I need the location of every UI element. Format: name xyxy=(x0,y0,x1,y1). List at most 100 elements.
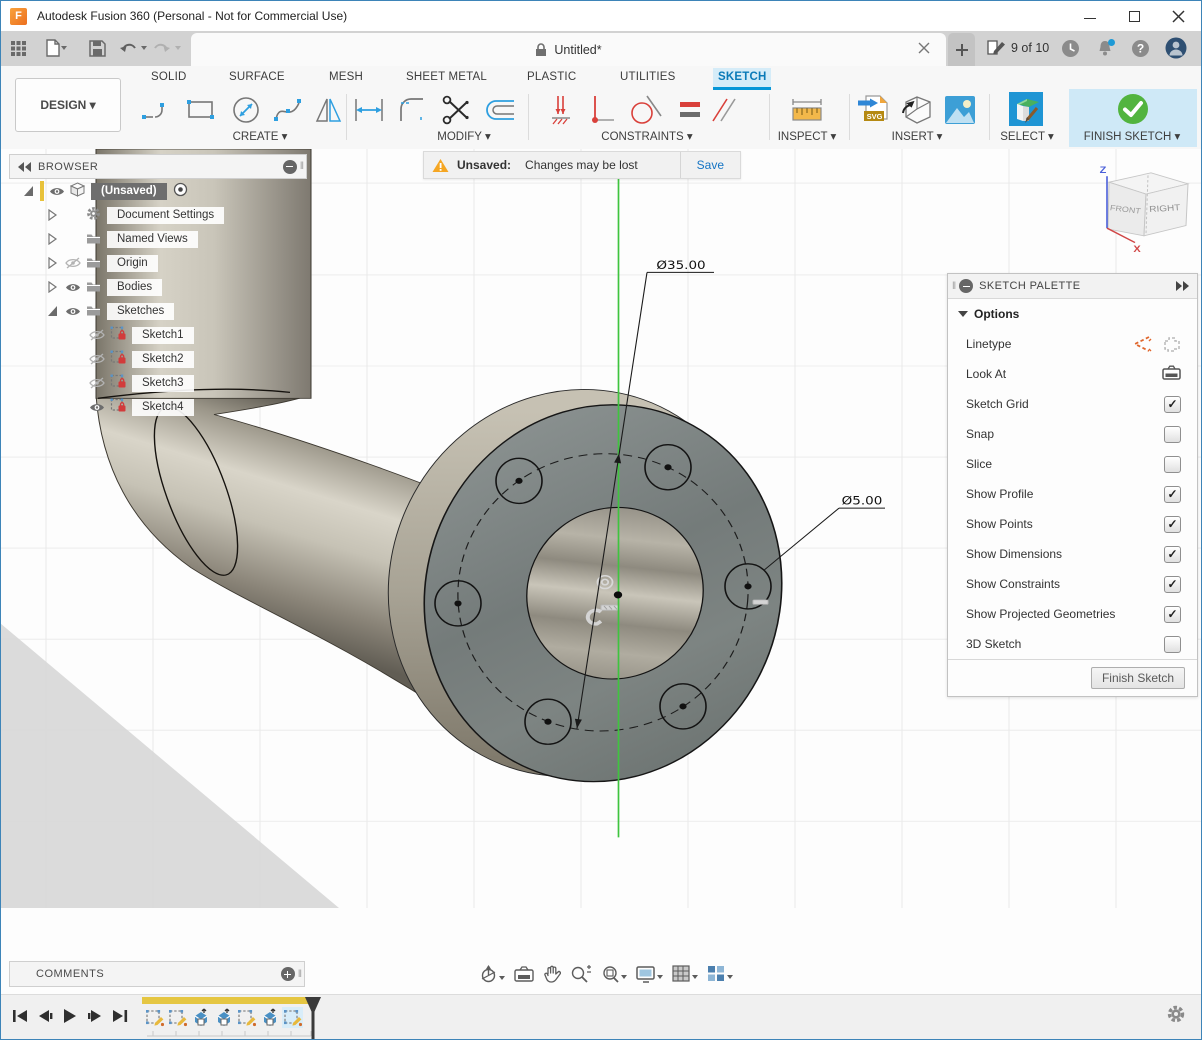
file-menu-button[interactable] xyxy=(45,35,69,61)
visibility-toggle[interactable] xyxy=(64,306,81,317)
circle-tool[interactable] xyxy=(228,92,264,128)
checkbox-9[interactable]: ✓ xyxy=(1164,606,1181,623)
expand-expanded-icon[interactable] xyxy=(23,185,34,197)
checkbox-5[interactable]: ✓ xyxy=(1164,486,1181,503)
tab-close-button[interactable] xyxy=(918,41,934,57)
grid-settings-button[interactable] xyxy=(672,965,698,983)
tangent-constraint[interactable] xyxy=(628,92,664,128)
tab-plastic[interactable]: PLASTIC xyxy=(522,68,581,87)
browser-item-sketch4[interactable]: Sketch4 xyxy=(9,395,307,419)
timeline-feature-sketch-1[interactable] xyxy=(144,1007,165,1028)
visibility-toggle[interactable] xyxy=(88,329,105,341)
visibility-off-icon[interactable] xyxy=(89,353,105,365)
browser-item-label[interactable]: Document Settings xyxy=(107,207,224,224)
add-comment-button[interactable] xyxy=(281,967,295,981)
timeline-track[interactable] xyxy=(142,997,309,1004)
view-cube[interactable]: FRONT RIGHT Z X xyxy=(1100,165,1188,254)
midpoint-constraint[interactable] xyxy=(544,92,580,128)
browser-item-label[interactable]: Origin xyxy=(107,255,158,272)
browser-item-label[interactable]: Sketch1 xyxy=(132,327,194,344)
browser-item-label[interactable]: Sketch4 xyxy=(132,399,194,416)
palette-collapse-button[interactable] xyxy=(959,279,973,293)
tab-surface[interactable]: SURFACE xyxy=(224,68,290,87)
browser-item-origin[interactable]: Origin xyxy=(9,251,307,275)
visibility-on-icon[interactable] xyxy=(89,402,105,413)
display-settings-button[interactable] xyxy=(636,965,663,983)
sketch-origin-point[interactable] xyxy=(614,591,622,598)
visibility-toggle[interactable] xyxy=(88,402,105,413)
checkbox-8[interactable]: ✓ xyxy=(1164,576,1181,593)
timeline-settings-button[interactable] xyxy=(1165,1004,1187,1024)
timeline-feature-extrude-6[interactable] xyxy=(259,1007,280,1028)
timeline-step-forward-button[interactable] xyxy=(84,1006,106,1026)
sketch-dimension-tool[interactable] xyxy=(351,92,387,128)
tab-utilities[interactable]: UTILITIES xyxy=(615,68,680,87)
visibility-on-icon[interactable] xyxy=(65,306,81,317)
checkbox-7[interactable]: ✓ xyxy=(1164,546,1181,563)
comments-bar[interactable]: COMMENTS ‖ xyxy=(9,961,305,987)
timeline-feature-extrude-4[interactable] xyxy=(213,1007,234,1028)
save-link[interactable]: Save xyxy=(681,158,740,172)
save-button[interactable] xyxy=(89,35,106,61)
fillet-tool[interactable] xyxy=(395,92,431,128)
undo-button[interactable] xyxy=(119,35,149,61)
browser-item-root-component[interactable]: (Unsaved) xyxy=(9,179,307,203)
browser-header[interactable]: BROWSER ‖ xyxy=(9,154,307,179)
mirror-tool[interactable] xyxy=(311,92,347,128)
dimension-bolt-hole[interactable]: Ø5.00 xyxy=(764,494,885,571)
viewports-button[interactable] xyxy=(707,965,733,983)
workspace-switcher[interactable]: DESIGN ▾ xyxy=(15,78,121,132)
timeline-go-end-button[interactable] xyxy=(109,1006,131,1026)
document-tab[interactable]: Untitled* xyxy=(191,33,946,66)
expand-collapsed-icon[interactable] xyxy=(47,233,58,245)
spline-tool[interactable] xyxy=(270,92,306,128)
browser-item-bodies[interactable]: Bodies xyxy=(9,275,307,299)
visibility-toggle[interactable] xyxy=(48,186,65,197)
visibility-toggle[interactable] xyxy=(88,377,105,389)
timeline-go-start-button[interactable] xyxy=(9,1006,31,1026)
browser-item-label[interactable]: Sketches xyxy=(107,303,174,320)
measure-tool[interactable] xyxy=(789,92,825,128)
pan-button[interactable] xyxy=(543,965,561,983)
timeline-feature-extrude-3[interactable] xyxy=(190,1007,211,1028)
insert-svg-tool[interactable]: SVG xyxy=(856,92,892,128)
checkbox-6[interactable]: ✓ xyxy=(1164,516,1181,533)
checkbox-10[interactable] xyxy=(1164,636,1181,653)
line-tool[interactable] xyxy=(139,92,175,128)
group-label-insert[interactable]: INSERT ▾ xyxy=(892,129,943,143)
insert-canvas-tool[interactable] xyxy=(942,92,978,128)
fit-button[interactable] xyxy=(601,965,627,983)
group-label-inspect[interactable]: INSPECT ▾ xyxy=(778,129,837,143)
visibility-toggle[interactable] xyxy=(64,257,81,269)
visibility-off-icon[interactable] xyxy=(89,329,105,341)
browser-item-label[interactable]: Sketch2 xyxy=(132,351,194,368)
document-counter[interactable]: 9 of 10 xyxy=(986,39,1049,57)
orbit-button[interactable] xyxy=(479,965,505,984)
browser-item-label[interactable]: Bodies xyxy=(107,279,162,296)
timeline-feature-sketch-active-7[interactable] xyxy=(282,1007,303,1028)
projected-linetype-icon[interactable] xyxy=(1162,336,1181,352)
visibility-on-icon[interactable] xyxy=(49,186,65,197)
insert-mesh-tool[interactable] xyxy=(899,92,935,128)
timeline-play-button[interactable] xyxy=(59,1006,81,1026)
browser-item-sketch2[interactable]: Sketch2 xyxy=(9,347,307,371)
timeline-step-back-button[interactable] xyxy=(34,1006,56,1026)
palette-options-section[interactable]: Options xyxy=(948,299,1197,329)
browser-item-sketches[interactable]: Sketches xyxy=(9,299,307,323)
finish-sketch-palette-button[interactable]: Finish Sketch xyxy=(1091,667,1185,689)
zoom-button[interactable] xyxy=(570,965,592,983)
visibility-off-icon[interactable] xyxy=(89,377,105,389)
tab-solid[interactable]: SOLID xyxy=(146,68,192,87)
checkbox-4[interactable] xyxy=(1164,456,1181,473)
offset-tool[interactable] xyxy=(481,92,517,128)
equal-constraint[interactable] xyxy=(672,92,708,128)
notifications-button[interactable] xyxy=(1096,35,1118,61)
browser-item-named-views[interactable]: Named Views xyxy=(9,227,307,251)
activate-radio-icon[interactable] xyxy=(173,182,188,197)
construction-linetype-icon[interactable] xyxy=(1132,336,1152,352)
tab-sheet-metal[interactable]: SHEET METAL xyxy=(401,68,492,87)
expand-expanded-icon[interactable] xyxy=(47,305,58,317)
checkbox-3[interactable] xyxy=(1164,426,1181,443)
visibility-on-icon[interactable] xyxy=(65,282,81,293)
browser-collapse-button[interactable] xyxy=(283,160,297,174)
